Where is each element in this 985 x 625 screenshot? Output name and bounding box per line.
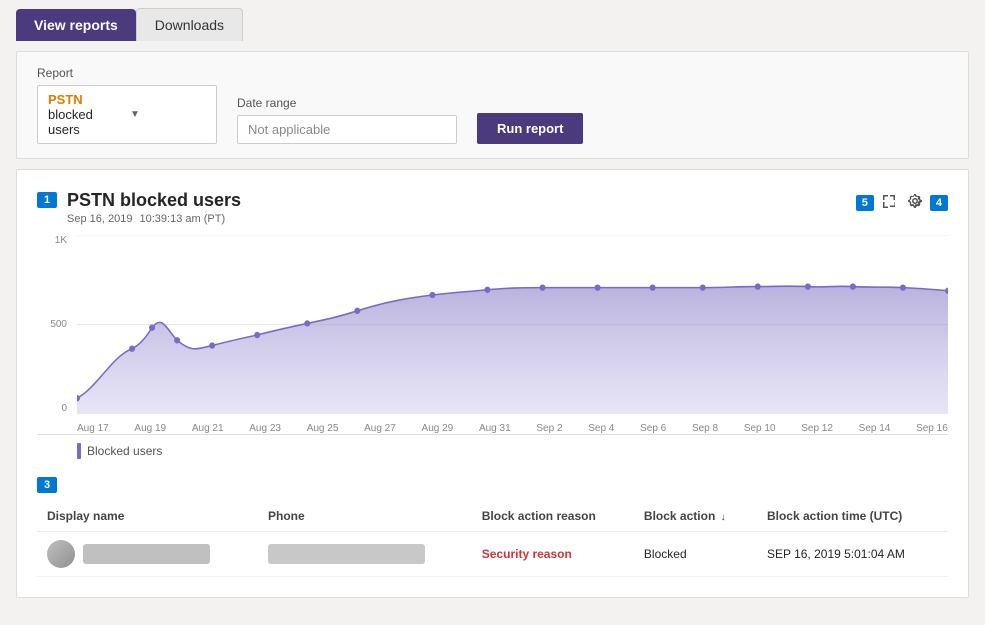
table-header-row: Display name Phone Block action reason B… [37, 501, 948, 532]
x-label-aug27: Aug 27 [364, 423, 396, 434]
chevron-down-icon: ▼ [130, 109, 206, 120]
x-label-aug23: Aug 23 [249, 423, 281, 434]
filter-row: Report PSTN blocked users ▼ Date range N… [37, 66, 948, 144]
report-card: 1 PSTN blocked users Sep 16, 2019 10:39:… [16, 169, 969, 598]
y-label-500: 500 [37, 319, 67, 330]
sort-icon: ↓ [721, 512, 726, 523]
tab-bar: View reports Downloads [0, 0, 985, 41]
chart-area: 1K 500 0 [37, 235, 948, 435]
report-header: 1 PSTN blocked users Sep 16, 2019 10:39:… [37, 190, 948, 225]
x-label-aug19: Aug 19 [134, 423, 166, 434]
badge-4[interactable]: 4 [930, 195, 948, 211]
x-label-sep2: Sep 2 [536, 423, 562, 434]
x-label-sep4: Sep 4 [588, 423, 614, 434]
report-select[interactable]: PSTN blocked users ▼ [37, 85, 217, 144]
col-phone: Phone [258, 501, 472, 532]
report-select-value: PSTN blocked users [48, 92, 124, 137]
table-section-header: 3 [37, 475, 948, 493]
block-reason-text: Security reason [482, 547, 572, 561]
x-label-sep14: Sep 14 [859, 423, 891, 434]
col-block-action-time: Block action time (UTC) [757, 501, 948, 532]
badge-5[interactable]: 5 [856, 195, 874, 211]
x-label-sep10: Sep 10 [744, 423, 776, 434]
blurred-name [83, 544, 210, 564]
report-date: Sep 16, 2019 [67, 213, 132, 225]
gear-icon[interactable] [904, 190, 926, 215]
run-report-button[interactable]: Run report [477, 113, 583, 144]
report-actions: 5 4 [856, 190, 948, 215]
x-label-sep8: Sep 8 [692, 423, 718, 434]
tab-downloads[interactable]: Downloads [136, 8, 243, 41]
x-label-sep16: Sep 16 [916, 423, 948, 434]
x-label-sep6: Sep 6 [640, 423, 666, 434]
col-display-name: Display name [37, 501, 258, 532]
cell-display-name [37, 532, 258, 577]
x-label-aug17: Aug 17 [77, 423, 109, 434]
blurred-phone [268, 544, 425, 564]
cell-block-action-time: SEP 16, 2019 5:01:04 AM [757, 532, 948, 577]
date-range-label: Date range [237, 96, 457, 110]
report-label: Report [37, 66, 217, 80]
legend-bar-blocked-users [77, 443, 81, 459]
date-range-filter-group: Date range Not applicable [237, 96, 457, 144]
date-range-input[interactable]: Not applicable [237, 115, 457, 144]
data-table: Display name Phone Block action reason B… [37, 501, 948, 577]
y-label-1k: 1K [37, 235, 67, 246]
col-block-action[interactable]: Block action ↓ [634, 501, 757, 532]
date-range-placeholder: Not applicable [248, 122, 330, 137]
report-subtitle: Sep 16, 2019 10:39:13 am (PT) [67, 213, 241, 225]
cell-block-action-reason: Security reason [472, 532, 634, 577]
y-label-0: 0 [37, 403, 67, 414]
tab-view-reports[interactable]: View reports [16, 9, 136, 41]
x-label-aug21: Aug 21 [192, 423, 224, 434]
filter-bar: Report PSTN blocked users ▼ Date range N… [16, 51, 969, 159]
report-time: 10:39:13 am (PT) [140, 213, 226, 225]
col-block-action-reason: Block action reason [472, 501, 634, 532]
expand-icon[interactable] [878, 190, 900, 215]
badge-1: 1 [37, 192, 57, 208]
report-title: PSTN blocked users [67, 190, 241, 211]
x-label-aug25: Aug 25 [307, 423, 339, 434]
report-title-text-block: PSTN blocked users Sep 16, 2019 10:39:13… [67, 190, 241, 225]
cell-block-action: Blocked [634, 532, 757, 577]
x-label-sep12: Sep 12 [801, 423, 833, 434]
cell-phone [258, 532, 472, 577]
report-filter-group: Report PSTN blocked users ▼ [37, 66, 217, 144]
report-select-prefix: PSTN [48, 92, 83, 107]
report-title-block: 1 PSTN blocked users Sep 16, 2019 10:39:… [37, 190, 241, 225]
table-row: Security reason Blocked SEP 16, 2019 5:0… [37, 532, 948, 577]
x-label-aug29: Aug 29 [422, 423, 454, 434]
chart-y-labels: 1K 500 0 [37, 235, 67, 434]
avatar [47, 540, 75, 568]
chart-legend: Blocked users [77, 443, 948, 459]
chart-x-labels: Aug 17 Aug 19 Aug 21 Aug 23 Aug 25 Aug 2… [77, 423, 948, 434]
report-select-suffix: blocked users [48, 107, 93, 137]
x-label-aug31: Aug 31 [479, 423, 511, 434]
legend-label-blocked-users: Blocked users [87, 444, 162, 458]
badge-3: 3 [37, 477, 57, 493]
chart-svg [77, 235, 948, 414]
